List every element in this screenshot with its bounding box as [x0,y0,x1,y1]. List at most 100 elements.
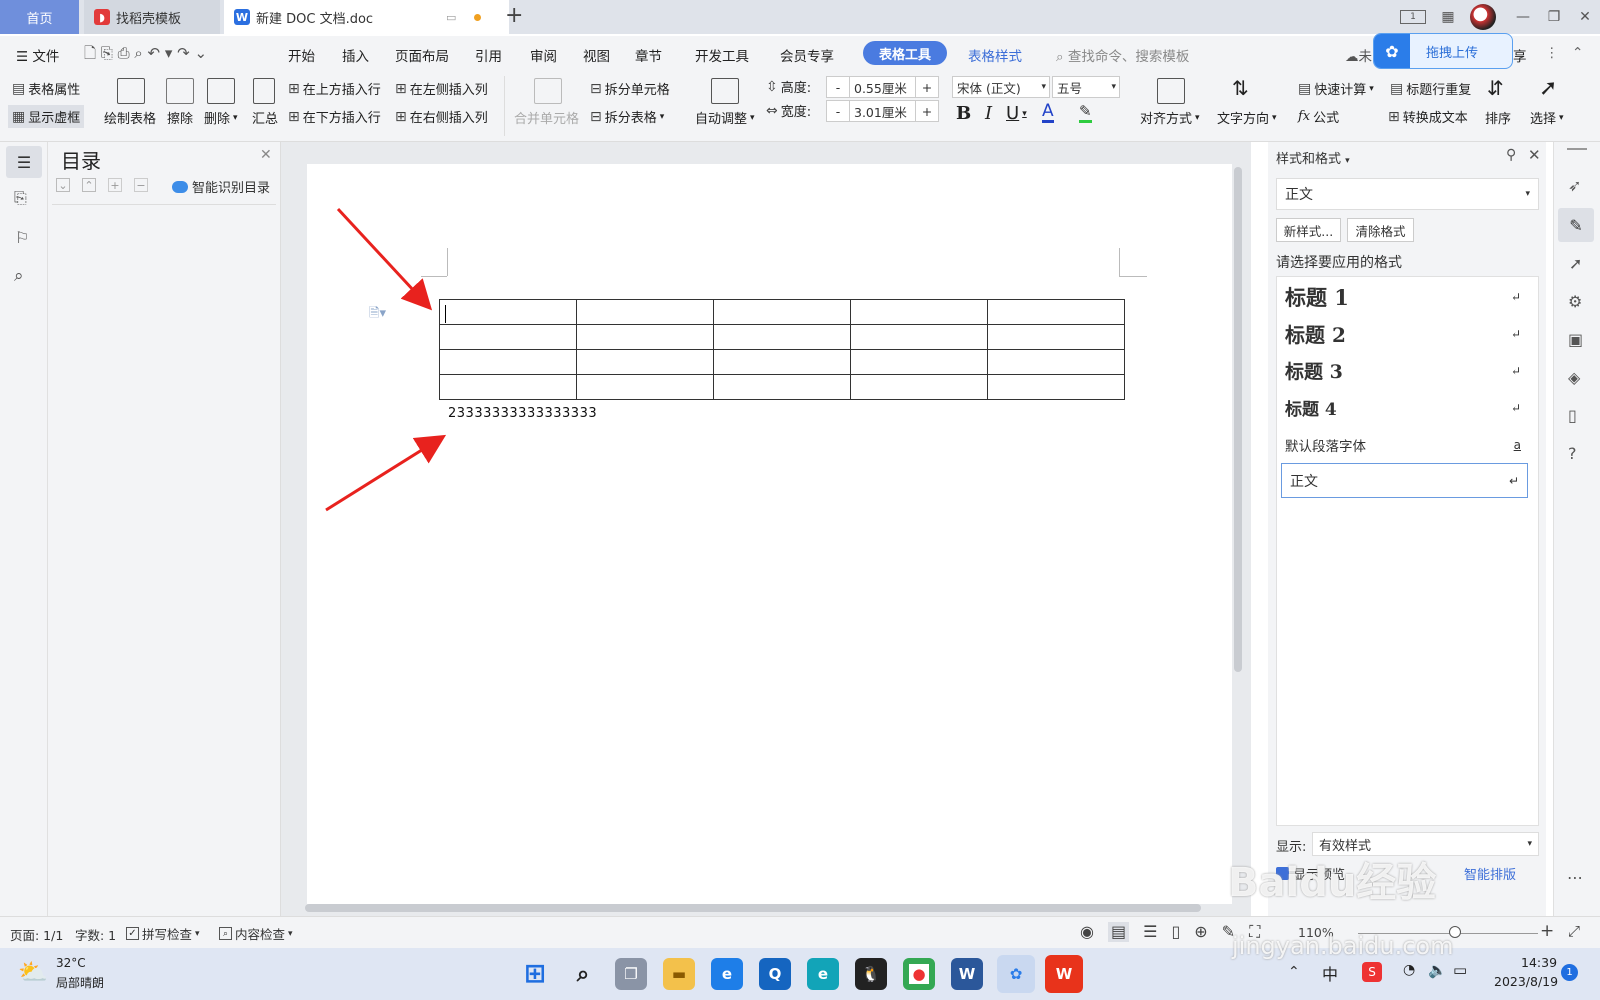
smart-layout-link[interactable]: 智能排版 [1464,864,1516,883]
file-menu[interactable]: ☰ 文件 [16,45,59,65]
close-icon[interactable]: ✕ [1528,146,1541,164]
merge-cells-button[interactable]: 合并单元格 [514,108,579,127]
new-tab-icon[interactable]: + [505,3,523,28]
smart-toc-button[interactable]: 智能识别目录 [172,177,270,196]
weather-icon[interactable]: ⛅ [18,958,48,986]
weather-desc[interactable]: 局部晴朗 [56,974,104,991]
convert-text-button[interactable]: ⊞ 转换成文本 [1388,107,1468,127]
align-button[interactable]: 对齐方式 ▾ [1140,108,1200,127]
collapse-ribbon-icon[interactable]: ⌃ [1572,45,1583,61]
split-cells-button[interactable]: ⊟ 拆分单元格 [590,79,670,99]
menu-layout[interactable]: 页面布局 [395,45,449,65]
qq-icon[interactable]: 🐧 [855,958,887,990]
web-view-icon[interactable]: ⊕ [1194,922,1207,942]
current-style-select[interactable]: 正文 ▾ [1276,178,1539,210]
layout-icon[interactable]: 1 [1400,10,1426,24]
tab-table-tools[interactable]: 表格工具 [863,41,947,65]
style-heading-2[interactable]: 标题 2 ↵ [1277,316,1529,351]
horizontal-scrollbar[interactable] [305,904,1201,912]
formula-button[interactable]: fx 公式 [1298,107,1339,126]
style-heading-3[interactable]: 标题 3 ↵ [1277,353,1529,388]
word-icon[interactable]: W [951,958,983,990]
search-icon[interactable]: ⌕ [567,958,599,990]
edge-legacy-icon[interactable]: e [711,958,743,990]
cloud-icon[interactable]: ☁未 [1345,45,1372,65]
sort-button[interactable]: 排序 [1485,108,1511,127]
expand-icon[interactable]: ⌄ [56,178,70,192]
notification-badge[interactable]: 1 [1561,964,1578,981]
clock-date[interactable]: 2023/8/19 [1494,974,1558,989]
grid-apps-icon[interactable]: ▦ [1439,8,1457,26]
style-default-font[interactable]: 默认段落字体 a [1277,427,1529,462]
qq-browser-icon[interactable]: Q [759,958,791,990]
bold-button[interactable]: B [956,103,971,124]
tab-home[interactable]: 首页 [0,0,79,34]
page-indicator[interactable]: 页面: 1/1 [10,925,63,944]
insert-row-below-button[interactable]: ⊞ 在下方插入行 [288,107,381,127]
baidu-netdisk-icon[interactable]: ✿ [997,955,1035,993]
navigation-icon[interactable]: ⎘ [14,188,27,208]
insert-row-above-button[interactable]: ⊞ 在上方插入行 [288,79,381,99]
chrome-icon[interactable]: ● [903,958,935,990]
width-increase[interactable]: + [915,100,939,122]
volume-icon[interactable]: 🔈 [1428,961,1447,979]
monitor-icon[interactable]: ▭ [446,11,456,24]
close-icon[interactable]: ✕ [260,147,272,163]
share-button[interactable]: 享 [1513,45,1527,65]
restore-icon[interactable]: ❐ [1545,8,1563,26]
new-style-button[interactable]: 新样式... [1276,218,1341,242]
repeat-header-button[interactable]: ▤ 标题行重复 [1390,79,1471,99]
height-increase[interactable]: + [915,76,939,98]
show-gridlines-button[interactable]: ▦ 显示虚框 [8,105,85,128]
search-box[interactable]: ⌕ 查找命令、搜索模板 [1056,45,1189,65]
rocket-icon[interactable]: ➶ [1568,176,1581,195]
file-explorer-icon[interactable]: ▬ [663,958,695,990]
underline-button[interactable]: U ▾ [1006,103,1027,124]
italic-button[interactable]: I [985,103,992,124]
split-table-button[interactable]: ⊟ 拆分表格 ▾ [590,107,664,127]
summary-button[interactable]: 汇总 [252,108,278,127]
style-heading-4[interactable]: 标题 4 ↵ [1277,390,1529,425]
bookmark-icon[interactable]: ⚐ [15,228,29,247]
style-heading-1[interactable]: 标题 1 ↵ [1277,279,1529,314]
word-count[interactable]: 字数: 1 [75,925,116,944]
font-color-button[interactable]: A [1042,103,1054,123]
quick-access-icons[interactable]: 🗋 ⎘ ⎙ ⌕ ↶ ▾ ↷ ⌄ [84,43,207,68]
outline-view-icon[interactable]: ☰ [1143,922,1157,942]
help-icon[interactable]: ? [1568,444,1577,463]
more-icon[interactable]: ⋮ [1545,45,1559,61]
quick-calc-button[interactable]: ▤ 快速计算 ▾ [1298,79,1374,99]
content-check-button[interactable]: ⌕ 内容检查 ▾ [219,924,293,943]
style-pen-icon[interactable]: ✎ [1558,208,1594,242]
delete-button[interactable]: 删除 ▾ [204,108,238,127]
menu-developer[interactable]: 开发工具 [695,45,749,65]
avatar[interactable] [1470,4,1496,30]
menu-insert[interactable]: 插入 [342,45,369,65]
pin-icon[interactable]: ⚲ [1506,147,1516,163]
image-tool-icon[interactable]: ▣ [1568,330,1583,349]
book-icon[interactable]: ▯ [1568,406,1577,425]
minimize-icon[interactable]: — [1514,8,1532,26]
collapse-icon[interactable]: ⌃ [82,178,96,192]
vertical-scrollbar[interactable] [1234,167,1242,672]
read-view-icon[interactable]: ▯ [1171,922,1180,942]
font-size-select[interactable]: 五号 ▾ [1052,76,1120,98]
eye-icon[interactable]: ◉ [1080,922,1094,942]
height-input[interactable]: 0.55厘米 [849,76,916,98]
highlight-button[interactable]: ✎ [1079,103,1092,123]
erase-button[interactable]: 擦除 [167,108,193,127]
select-button[interactable]: 选择 ▾ [1530,108,1564,127]
spell-check-button[interactable]: ✓ 拼写检查 ▾ [126,924,200,943]
battery-icon[interactable]: ▭ [1453,961,1467,979]
ime-indicator[interactable]: 中 [1322,961,1338,985]
style-body-text[interactable]: 正文 ↵ [1281,463,1528,498]
adjust-icon[interactable]: ⚙ [1568,292,1582,311]
draw-table-button[interactable]: 绘制表格 [104,108,156,127]
menu-start[interactable]: 开始 [288,45,315,65]
menu-member[interactable]: 会员专享 [780,45,834,65]
wps-icon[interactable]: W [1045,955,1083,993]
app-tray-icon[interactable]: S [1362,962,1382,982]
tab-document[interactable]: W 新建 DOC 文档.doc ▭ [224,0,509,34]
tab-table-style[interactable]: 表格样式 [968,45,1022,65]
more-icon[interactable]: ⋯ [1567,868,1583,887]
